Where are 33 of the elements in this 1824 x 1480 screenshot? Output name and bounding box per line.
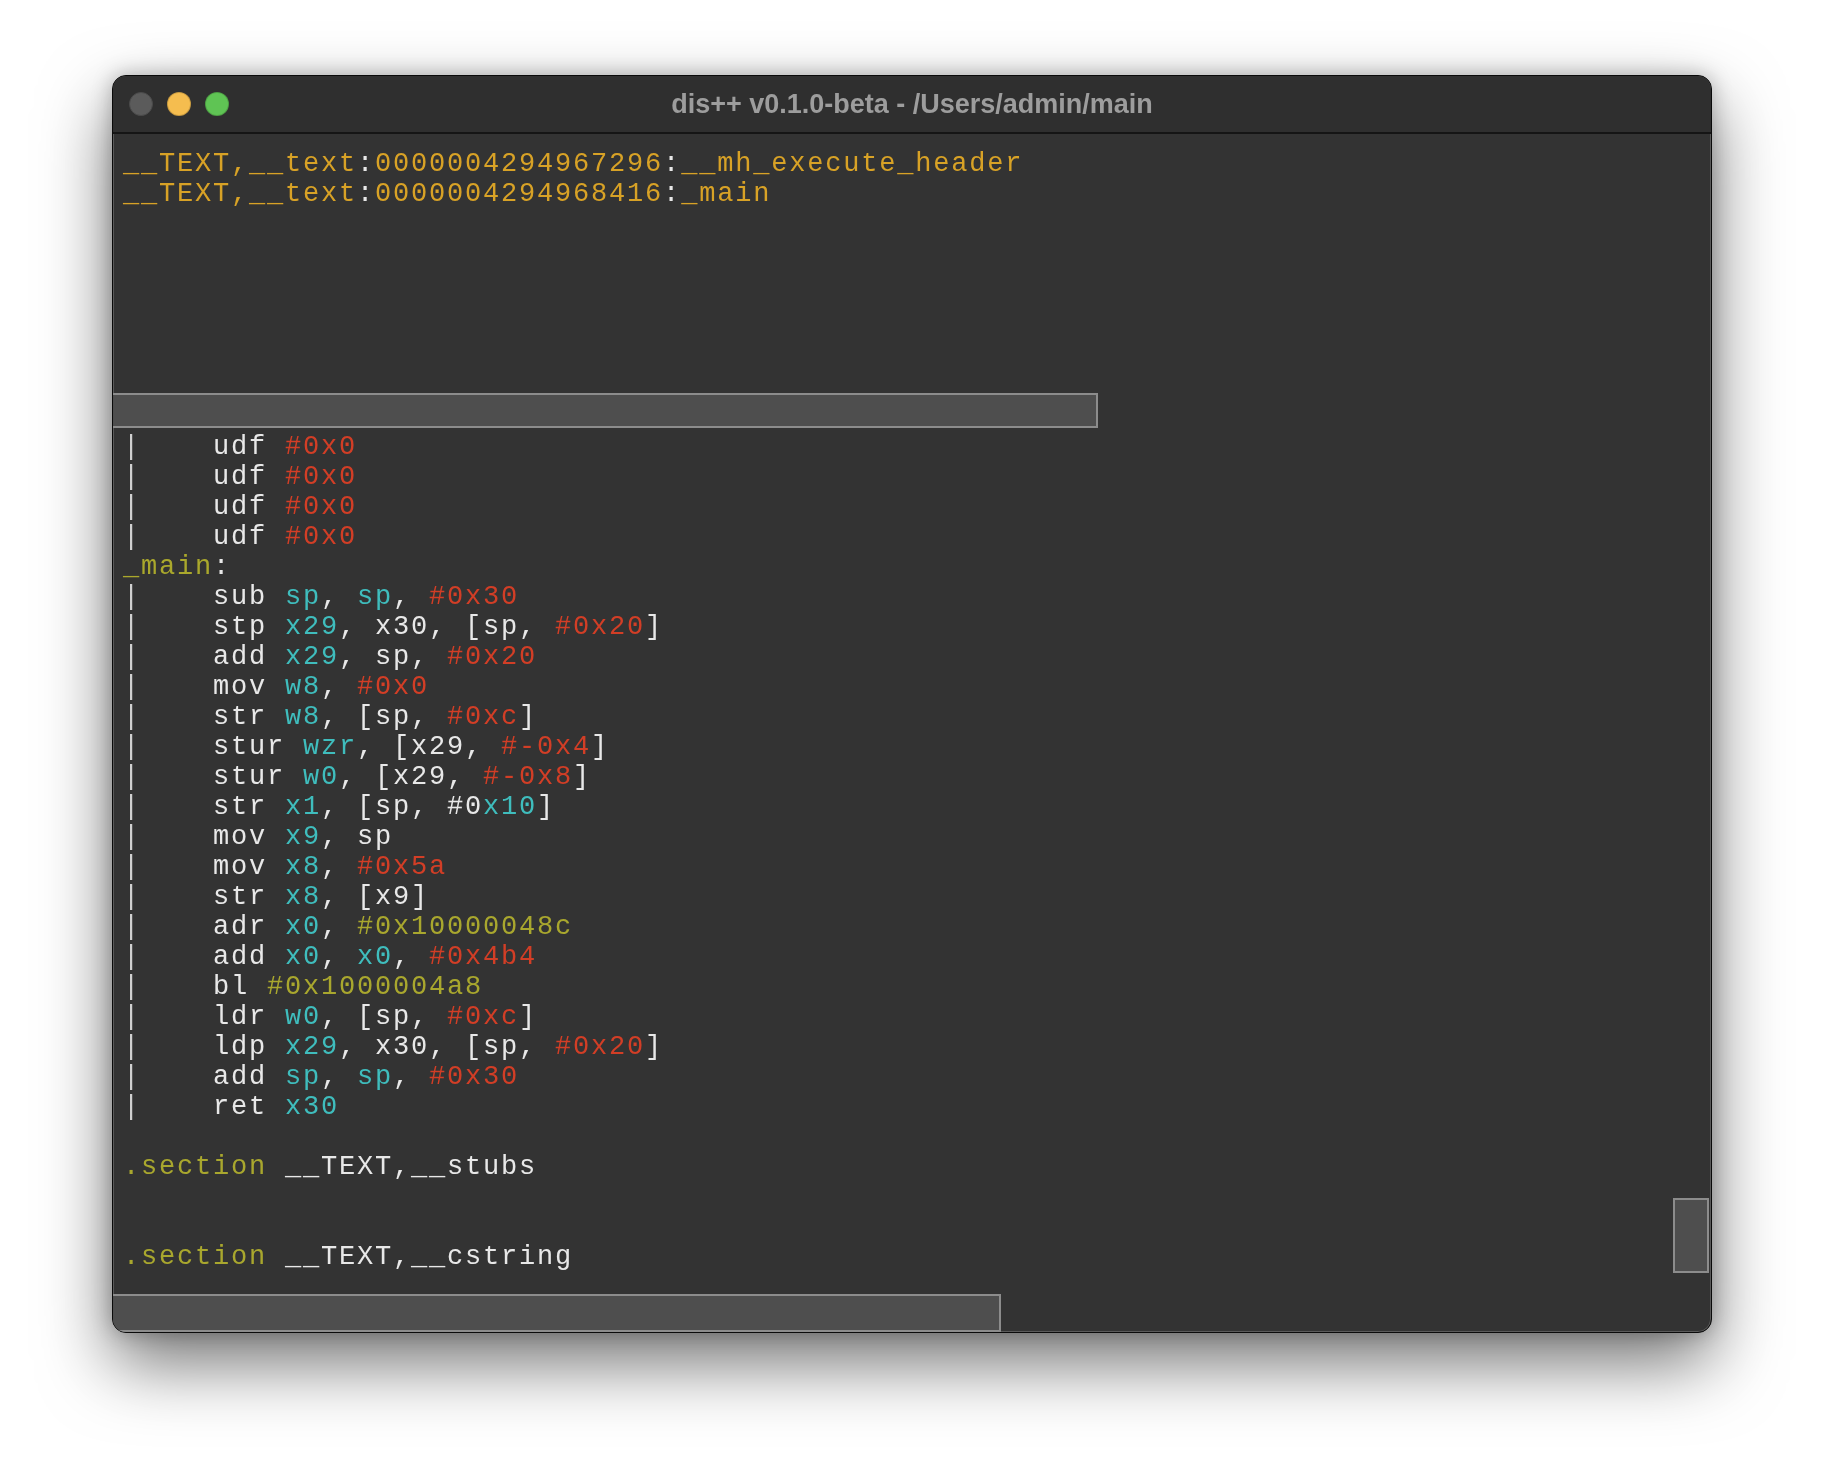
window-title: dis++ v0.1.0-beta - /Users/admin/main <box>671 88 1153 120</box>
instruction-line: | mov x9, sp <box>123 822 394 852</box>
minimize-icon[interactable] <box>167 92 191 116</box>
instruction-line: | ldr w0, [sp, #0xc] <box>123 1002 538 1032</box>
label-line: _main: <box>123 552 232 582</box>
instruction-line: | ldp x29, x30, [sp, #0x20] <box>123 1032 664 1062</box>
horizontal-scrollbar-thumb[interactable] <box>113 393 1098 428</box>
instruction-line: | udf #0x0 <box>123 492 358 522</box>
instruction-line: | udf #0x0 <box>123 522 358 552</box>
instruction-line: | bl #0x1000004a8 <box>123 972 484 1002</box>
horizontal-scrollbar-thumb[interactable] <box>113 1294 1001 1332</box>
vertical-scrollbar-thumb[interactable] <box>1673 1198 1709 1273</box>
instruction-line: | ret x30 <box>123 1092 340 1122</box>
instruction-line: | sub sp, sp, #0x30 <box>123 582 520 612</box>
instruction-line: | add x29, sp, #0x20 <box>123 642 538 672</box>
instruction-line: | adr x0, #0x10000048c <box>123 912 574 942</box>
section-line: .section __TEXT,__stubs <box>123 1152 538 1182</box>
instruction-line: | str w8, [sp, #0xc] <box>123 702 538 732</box>
instruction-line: | stur w0, [x29, #-0x8] <box>123 762 592 792</box>
instruction-line: | add sp, sp, #0x30 <box>123 1062 520 1092</box>
symbol-line: __TEXT,__text:0000004294968416:_main <box>123 179 772 209</box>
instruction-line: | str x1, [sp, #0x10] <box>123 792 556 822</box>
instruction-line: | udf #0x0 <box>123 432 358 462</box>
zoom-icon[interactable] <box>205 92 229 116</box>
instruction-line: | udf #0x0 <box>123 462 358 492</box>
instruction-line: | stur wzr, [x29, #-0x4] <box>123 732 610 762</box>
instruction-line: | mov w8, #0x0 <box>123 672 430 702</box>
symbol-line: __TEXT,__text:0000004294967296:__mh_execute_header <box>123 149 1024 179</box>
section-line: .section __TEXT,__cstring <box>123 1242 574 1272</box>
instruction-line: | str x8, [x9] <box>123 882 430 912</box>
instruction-line: | stp x29, x30, [sp, #0x20] <box>123 612 664 642</box>
instruction-line: | mov x8, #0x5a <box>123 852 448 882</box>
instruction-line: | add x0, x0, #0x4b4 <box>123 942 538 972</box>
